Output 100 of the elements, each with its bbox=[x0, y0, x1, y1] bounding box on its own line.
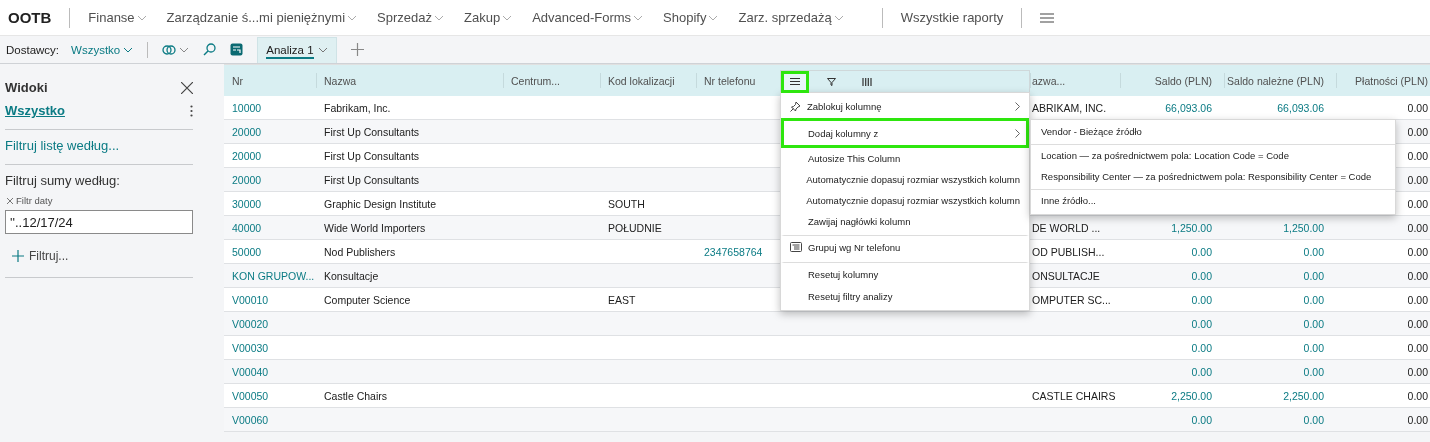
table-cell[interactable]: 0.00 bbox=[1191, 360, 1224, 383]
table-cell-text: CASTLE CHAIRS bbox=[1031, 388, 1117, 404]
submenu-item[interactable]: Inne źródło... bbox=[1041, 190, 1096, 212]
menu-item[interactable]: Automatycznie dopasuj rozmiar wszystkich kolumn bbox=[781, 190, 1029, 211]
table-cell[interactable]: 0.00 bbox=[1191, 408, 1224, 431]
column-header[interactable]: Nr bbox=[224, 65, 316, 96]
nav-menu[interactable]: Zarz. sprzedażą bbox=[738, 10, 844, 25]
table-cell[interactable]: 2347658764 bbox=[696, 240, 780, 263]
table-cell[interactable]: 2,250.00 bbox=[1171, 384, 1224, 407]
table-cell[interactable]: V00040 bbox=[224, 360, 316, 383]
table-cell[interactable]: 2,250.00 bbox=[1283, 384, 1336, 407]
submenu-item[interactable]: Location — za pośrednictwem pola: Location Code = Code bbox=[1041, 145, 1289, 167]
table-cell-text: Castle Chairs bbox=[323, 388, 389, 404]
chevron-down-icon bbox=[136, 14, 147, 21]
table-cell-text: SOUTH bbox=[607, 196, 646, 212]
column-header[interactable]: Płatności (PLN) bbox=[1336, 65, 1430, 96]
table-cell-text: First Up Consultants bbox=[323, 172, 421, 188]
nav-menu[interactable]: Advanced-Forms bbox=[532, 10, 644, 25]
table-cell-text: 0.00 bbox=[1407, 364, 1429, 380]
table-cell[interactable]: 0.00 bbox=[1303, 360, 1336, 383]
menu-tab[interactable] bbox=[781, 70, 809, 93]
table-cell-text: 0.00 bbox=[1407, 412, 1429, 428]
table-cell[interactable]: 40000 bbox=[224, 216, 316, 239]
table-cell[interactable]: 66,093.06 bbox=[1165, 96, 1224, 119]
table-cell[interactable]: V00030 bbox=[224, 336, 316, 359]
column-header[interactable]: Saldo należne (PLN) bbox=[1224, 65, 1336, 96]
nav-menu[interactable]: Finanse bbox=[88, 10, 147, 25]
analysis-tab[interactable]: Analiza 1 bbox=[257, 36, 337, 63]
menu-item[interactable]: Grupuj wg Nr telefonu bbox=[781, 235, 1029, 259]
table-cell[interactable]: 1,250.00 bbox=[1283, 216, 1336, 239]
column-header[interactable]: Centrum... bbox=[503, 65, 600, 96]
table-cell[interactable]: 30000 bbox=[224, 192, 316, 215]
column-header[interactable]: Kod lokalizacji bbox=[600, 65, 696, 96]
table-cell[interactable]: 0.00 bbox=[1303, 336, 1336, 359]
group-icon bbox=[790, 242, 802, 252]
table-cell[interactable]: 20000 bbox=[224, 120, 316, 143]
menu-item[interactable]: Automatycznie dopasuj rozmiar wszystkich kolumn bbox=[781, 169, 1029, 190]
table-cell[interactable]: 10000 bbox=[224, 96, 316, 119]
table-cell[interactable]: 50000 bbox=[224, 240, 316, 263]
table-cell[interactable]: 0.00 bbox=[1303, 240, 1336, 263]
table-cell-text: 0.00 bbox=[1407, 148, 1429, 164]
reports-link[interactable]: Wszystkie raporty bbox=[900, 10, 1004, 25]
app-title: OOTB bbox=[8, 9, 52, 26]
table-cell[interactable]: 20000 bbox=[224, 168, 316, 191]
table-cell[interactable]: 0.00 bbox=[1303, 408, 1336, 431]
copilot-icon[interactable] bbox=[162, 42, 177, 57]
nav-menu[interactable]: Zakup bbox=[464, 10, 513, 25]
add-icon[interactable] bbox=[350, 43, 364, 56]
table-cell-text: 0.00 bbox=[1407, 268, 1429, 284]
chevron-down-icon bbox=[502, 14, 513, 21]
date-filter-field[interactable]: ''..12/17/24 bbox=[5, 210, 193, 234]
column-header[interactable]: azwa... bbox=[1030, 65, 1120, 96]
close-icon[interactable] bbox=[181, 81, 193, 94]
table-cell-text: First Up Consultants bbox=[323, 124, 421, 140]
table-cell-text: OMPUTER SC... bbox=[1031, 292, 1112, 308]
table-cell[interactable]: 0.00 bbox=[1191, 336, 1224, 359]
table-cell[interactable]: 0.00 bbox=[1303, 288, 1336, 311]
table-cell[interactable]: V00050 bbox=[224, 384, 316, 407]
nav-menu[interactable]: Sprzedaż bbox=[377, 10, 444, 25]
column-header[interactable]: Nr telefonu bbox=[696, 65, 780, 96]
menu-item[interactable]: Autosize This Column bbox=[781, 148, 1029, 169]
table-cell-text: First Up Consultants bbox=[323, 148, 421, 164]
menu-item[interactable]: Zablokuj kolumnę bbox=[781, 94, 1029, 118]
filter-list-link[interactable]: Filtruj listę według... bbox=[5, 138, 120, 153]
remove-icon[interactable] bbox=[7, 197, 13, 204]
table-cell[interactable]: 0.00 bbox=[1303, 264, 1336, 287]
table-cell[interactable]: 0.00 bbox=[1191, 264, 1224, 287]
table-cell[interactable]: 66,093.06 bbox=[1277, 96, 1336, 119]
table-cell-text: 0.00 bbox=[1407, 292, 1429, 308]
table-cell[interactable]: V00020 bbox=[224, 312, 316, 335]
table-cell[interactable]: V00010 bbox=[224, 288, 316, 311]
menu-item[interactable]: Dodaj kolumny z bbox=[781, 118, 1029, 148]
nav-menu[interactable]: Zarządzanie ś...mi pieniężnymi bbox=[166, 10, 358, 25]
submenu-item[interactable]: Responsibility Center — za pośrednictwem pola: Responsibility Center = Code bbox=[1041, 167, 1372, 186]
view-dropdown[interactable]: Wszystko bbox=[71, 43, 134, 56]
menu-item[interactable]: Resetuj filtry analizy bbox=[781, 286, 1029, 307]
layout-icon[interactable] bbox=[230, 43, 244, 56]
more-options-icon[interactable] bbox=[190, 104, 193, 117]
table-cell-text: EAST bbox=[607, 292, 637, 308]
table-cell[interactable]: 0.00 bbox=[1191, 288, 1224, 311]
menu-icon[interactable] bbox=[1040, 12, 1055, 23]
table-cell[interactable]: KON GRUPOW... bbox=[224, 264, 316, 287]
table-cell[interactable]: 0.00 bbox=[1191, 312, 1224, 335]
table-cell-text: ONSULTACJE bbox=[1031, 268, 1101, 284]
table-cell-text: Computer Science bbox=[323, 292, 412, 308]
submenu-item[interactable]: Vendor - Bieżące źródło bbox=[1041, 122, 1142, 141]
search-icon[interactable] bbox=[203, 43, 217, 56]
menu-item[interactable]: Zawijaj nagłówki kolumn bbox=[781, 211, 1029, 232]
table-cell[interactable]: V00060 bbox=[224, 408, 316, 431]
view-link[interactable]: Wszystko bbox=[5, 103, 65, 118]
add-filter-button[interactable]: Filtruj... bbox=[12, 249, 69, 263]
table-cell[interactable]: 20000 bbox=[224, 144, 316, 167]
column-header[interactable]: Nazwa bbox=[316, 65, 503, 96]
nav-menu[interactable]: Shopify bbox=[663, 10, 719, 25]
table-cell[interactable]: 0.00 bbox=[1303, 312, 1336, 335]
table-cell[interactable]: 1,250.00 bbox=[1171, 216, 1224, 239]
table-cell[interactable]: 0.00 bbox=[1191, 240, 1224, 263]
table-cell-text: 0.00 bbox=[1407, 100, 1429, 116]
menu-item[interactable]: Resetuj kolumny bbox=[781, 262, 1029, 286]
column-header[interactable]: Saldo (PLN) bbox=[1120, 65, 1224, 96]
